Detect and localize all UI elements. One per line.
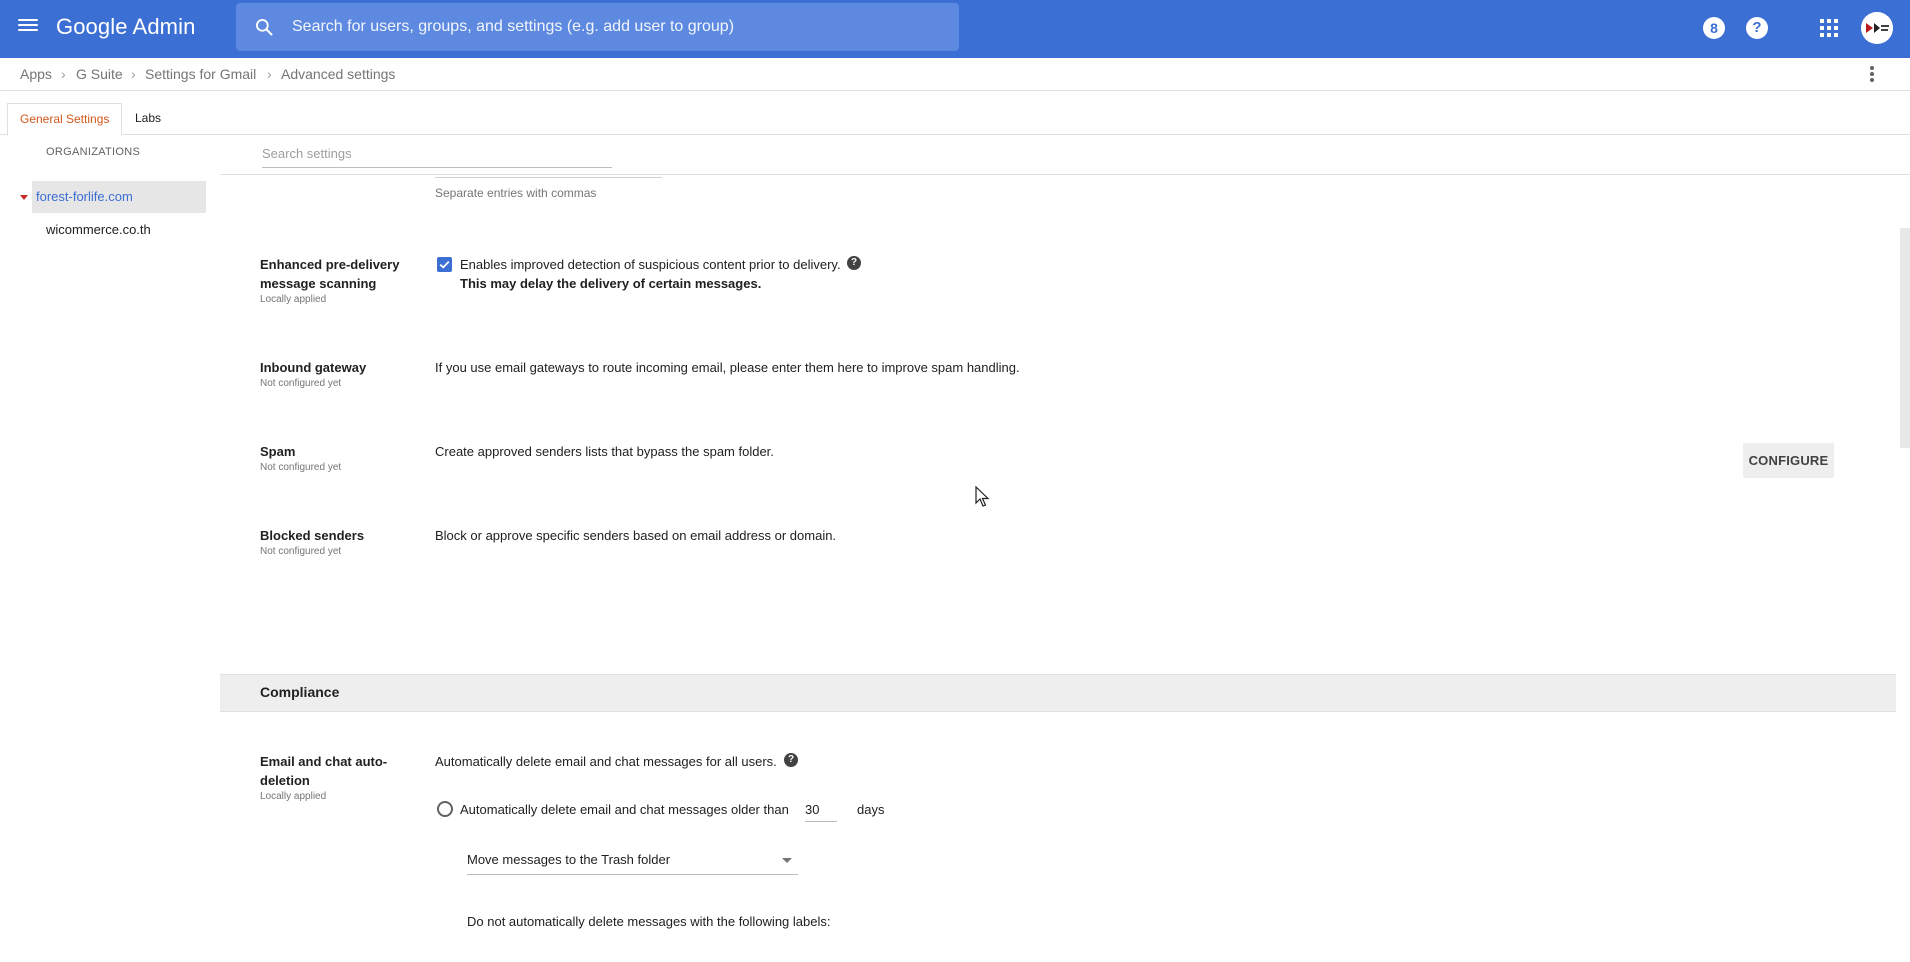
setting-description: Automatically delete email and chat mess…	[435, 754, 777, 769]
help-icon[interactable]: ?	[1746, 17, 1768, 39]
help-icon[interactable]: ?	[847, 256, 861, 270]
account-avatar[interactable]	[1861, 12, 1893, 44]
setting-label-blocked-senders[interactable]: Blocked senders	[260, 526, 410, 545]
days-unit-label: days	[857, 802, 885, 817]
section-header-compliance: Compliance	[220, 674, 1896, 712]
collapse-arrow-icon[interactable]	[20, 195, 28, 200]
search-icon	[255, 19, 273, 36]
days-input[interactable]	[805, 798, 837, 822]
setting-warning: This may delay the delivery of certain m…	[460, 276, 762, 291]
tab-bar: General Settings Labs	[0, 91, 1910, 136]
help-icon[interactable]: ?	[784, 753, 798, 767]
setting-status: Not configured yet	[260, 378, 342, 389]
admin-search-box[interactable]	[236, 3, 959, 51]
more-options-icon[interactable]	[1870, 66, 1874, 84]
setting-status: Locally applied	[260, 791, 327, 802]
chevron-down-icon	[782, 858, 792, 863]
mouse-cursor-icon	[975, 486, 990, 507]
configure-button[interactable]: CONFIGURE	[1743, 443, 1834, 478]
deletion-action-select[interactable]: Move messages to the Trash folder	[467, 849, 798, 875]
setting-description: If you use email gateways to route incom…	[435, 360, 1020, 375]
app-logo[interactable]: Google Admin	[56, 14, 195, 40]
settings-search-input[interactable]	[262, 140, 612, 168]
previous-field-hint: Separate entries with commas	[435, 186, 597, 200]
admin-search-input[interactable]	[292, 3, 932, 51]
setting-label-inbound-gateway[interactable]: Inbound gateway	[260, 358, 410, 377]
auto-delete-radio[interactable]	[437, 801, 453, 817]
divider	[220, 174, 1910, 175]
section-title: Compliance	[260, 684, 340, 700]
breadcrumb-separator: ›	[131, 66, 136, 82]
apps-grid-icon[interactable]	[1820, 19, 1838, 37]
tab-labs[interactable]: Labs	[135, 111, 161, 125]
previous-field-underline	[435, 177, 662, 178]
setting-description: Block or approve specific senders based …	[435, 528, 837, 543]
org-item-wicommerce[interactable]: wicommerce.co.th	[32, 214, 206, 246]
setting-label-pre-delivery-scanning: Enhanced pre-delivery message scanning	[260, 257, 400, 291]
setting-label-auto-deletion: Email and chat auto-deletion	[260, 754, 388, 788]
breadcrumb-separator: ›	[267, 66, 272, 82]
support-badge-icon[interactable]: 8	[1703, 17, 1725, 39]
scrollbar-thumb[interactable]	[1900, 228, 1910, 448]
breadcrumb-gsuite[interactable]: G Suite	[76, 66, 123, 82]
breadcrumb-gmail-settings[interactable]: Settings for Gmail	[145, 66, 256, 82]
excluded-labels-note: Do not automatically delete messages wit…	[467, 914, 831, 929]
org-item-forest-forlife[interactable]: forest-forlife.com	[32, 181, 206, 213]
setting-description: Create approved senders lists that bypas…	[435, 444, 774, 459]
main-menu-icon[interactable]	[18, 16, 38, 36]
check-icon	[439, 260, 450, 269]
pre-delivery-scanning-checkbox[interactable]	[437, 257, 452, 272]
auto-delete-radio-label: Automatically delete email and chat mess…	[460, 802, 789, 817]
organizations-heading: ORGANIZATIONS	[46, 146, 141, 158]
tab-general-settings[interactable]: General Settings	[7, 103, 123, 136]
setting-description: Enables improved detection of suspicious…	[460, 257, 841, 272]
breadcrumb-separator: ›	[61, 66, 66, 82]
breadcrumb: Apps › G Suite › Settings for Gmail › Ad…	[0, 58, 1910, 91]
setting-label-spam[interactable]: Spam	[260, 442, 410, 461]
setting-status: Not configured yet	[260, 546, 342, 557]
breadcrumb-apps[interactable]: Apps	[20, 66, 52, 82]
breadcrumb-advanced-settings: Advanced settings	[281, 66, 396, 82]
setting-status: Locally applied	[260, 294, 327, 305]
setting-status: Not configured yet	[260, 462, 342, 473]
deletion-action-selected: Move messages to the Trash folder	[467, 852, 671, 867]
avatar-logo-icon	[1861, 12, 1893, 44]
top-app-bar: Google Admin 8 ?	[0, 0, 1910, 58]
